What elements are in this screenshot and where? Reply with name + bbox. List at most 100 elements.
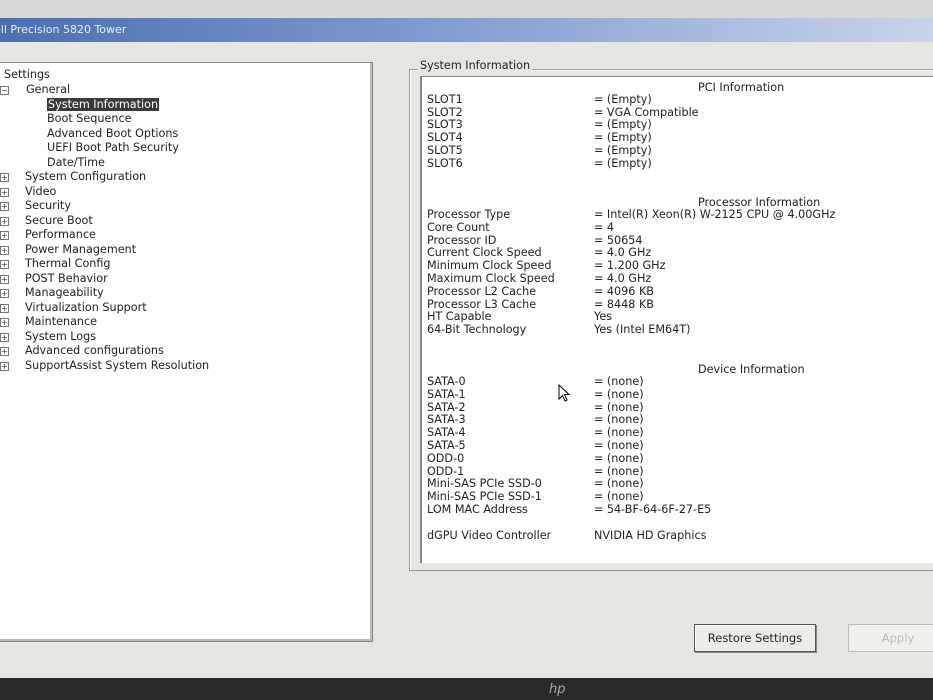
- info-label: 64-Bit Technology: [427, 323, 527, 337]
- collapse-minus-icon[interactable]: −: [0, 86, 9, 95]
- info-label: SLOT6: [427, 156, 463, 170]
- expand-plus-icon[interactable]: +: [0, 303, 9, 313]
- device-heading: Device Information: [698, 363, 805, 376]
- info-label: dGPU Video Controller: [427, 529, 552, 542]
- info-label: SLOT2: [427, 105, 463, 119]
- tree-item-category[interactable]: Secure Boot: [25, 214, 93, 228]
- expand-plus-icon[interactable]: +: [0, 274, 9, 284]
- tree-item-advanced-boot-options[interactable]: Advanced Boot Options: [47, 127, 178, 141]
- tree-item-general[interactable]: General: [26, 83, 70, 97]
- info-value: = (none): [594, 400, 644, 414]
- tree-item-category[interactable]: Thermal Config: [25, 257, 111, 271]
- info-value: Yes (Intel EM64T): [594, 323, 691, 337]
- info-label: SATA-5: [427, 439, 466, 452]
- info-label: SATA-1: [427, 387, 466, 401]
- info-label: SATA-0: [427, 375, 466, 388]
- info-value: = (none): [594, 451, 644, 465]
- info-value: NVIDIA HD Graphics: [594, 529, 707, 542]
- tree-item-category[interactable]: Video: [25, 185, 56, 199]
- info-value: = 50654: [594, 233, 643, 247]
- info-label: Processor ID: [427, 233, 497, 247]
- tree-item-date-time[interactable]: Date/Time: [47, 156, 105, 170]
- tree-item-category[interactable]: Security: [25, 199, 71, 213]
- tree-item-category[interactable]: Performance: [25, 228, 96, 242]
- expand-plus-icon[interactable]: +: [0, 216, 9, 226]
- info-label: Maximum Clock Speed: [427, 272, 555, 285]
- info-value: = (Empty): [594, 131, 652, 145]
- info-label: Core Count: [427, 220, 490, 234]
- expand-plus-icon[interactable]: +: [0, 260, 9, 269]
- expand-plus-icon[interactable]: +: [0, 231, 9, 240]
- info-value: = 8448 KB: [594, 297, 654, 311]
- info-value: = VGA Compatible: [594, 105, 699, 119]
- tree-item-label: System Information: [47, 98, 160, 111]
- info-label: Processor Type: [427, 208, 511, 221]
- restore-settings-button[interactable]: Restore Settings: [694, 624, 816, 652]
- info-value: = (none): [594, 490, 644, 504]
- expand-plus-icon[interactable]: +: [0, 318, 9, 327]
- info-value: = (none): [594, 439, 644, 452]
- expand-plus-icon[interactable]: +: [0, 361, 9, 371]
- expand-plus-icon[interactable]: +: [0, 289, 9, 298]
- info-value: = 4.0 GHz: [594, 272, 652, 285]
- info-value: = 4096 KB: [594, 284, 654, 298]
- info-value: = (none): [594, 477, 644, 491]
- system-information-panel: PCI Information SLOT1 = (Empty) SLOT2 = VGA…: [420, 76, 933, 563]
- expand-plus-icon[interactable]: +: [0, 332, 9, 342]
- info-value: = (none): [594, 375, 644, 388]
- info-label: Current Clock Speed: [427, 246, 542, 260]
- monitor-bezel-top: [0, 0, 933, 18]
- info-label: Processor L3 Cache: [427, 297, 537, 311]
- info-label: Mini-SAS PCIe SSD-0: [427, 477, 542, 491]
- expand-plus-icon[interactable]: +: [0, 202, 9, 211]
- pci-heading: PCI Information: [698, 81, 785, 94]
- info-label: SLOT4: [427, 131, 463, 145]
- info-label: SLOT1: [427, 93, 463, 106]
- apply-button[interactable]: Apply: [848, 624, 933, 652]
- tree-item-category[interactable]: SupportAssist System Resolution: [25, 359, 209, 373]
- info-value: Yes: [594, 310, 613, 324]
- bios-window: Settings − General System Information Bo…: [0, 42, 933, 678]
- info-label: ODD-1: [427, 464, 465, 478]
- info-value: = 54-BF-64-6F-27-E5: [594, 503, 712, 516]
- tree-item-boot-sequence[interactable]: Boot Sequence: [47, 112, 132, 126]
- info-value: = Intel(R) Xeon(R) W-2125 CPU @ 4.00GHz: [594, 208, 836, 221]
- tree-item-category[interactable]: POST Behavior: [25, 272, 108, 286]
- tree-item-category[interactable]: System Configuration: [25, 170, 146, 184]
- expand-plus-icon[interactable]: +: [0, 187, 9, 197]
- info-label: LOM MAC Address: [427, 503, 528, 516]
- info-label: Minimum Clock Speed: [427, 259, 552, 273]
- info-value: = (none): [594, 464, 644, 478]
- info-value: = (Empty): [594, 156, 652, 170]
- tree-item-category[interactable]: Virtualization Support: [25, 301, 147, 315]
- window-title: ell Precision 5820 Tower: [0, 23, 127, 36]
- expand-plus-icon[interactable]: +: [0, 245, 9, 255]
- info-value: = (Empty): [594, 118, 652, 132]
- info-value: = 1.200 GHz: [594, 259, 666, 273]
- info-value: = (Empty): [594, 143, 652, 157]
- mouse-pointer-icon: [558, 384, 571, 402]
- info-label: SATA-3: [427, 413, 466, 427]
- tree-item-category[interactable]: Advanced configurations: [25, 344, 164, 358]
- info-label: ODD-0: [427, 451, 465, 465]
- expand-plus-icon[interactable]: +: [0, 347, 9, 356]
- info-value: = (none): [594, 413, 644, 427]
- info-label: SATA-4: [427, 426, 466, 440]
- info-label: SLOT5: [427, 143, 463, 157]
- tree-item-uefi-boot-path-security[interactable]: UEFI Boot Path Security: [47, 141, 179, 155]
- tree-root-settings[interactable]: Settings: [4, 68, 50, 82]
- expand-plus-icon[interactable]: +: [0, 173, 9, 182]
- info-label: Processor L2 Cache: [427, 284, 537, 298]
- hp-logo: hp: [549, 682, 566, 697]
- monitor-bezel-bottom: [0, 678, 933, 700]
- tree-item-category[interactable]: Manageability: [25, 286, 104, 300]
- group-title: System Information: [418, 59, 533, 72]
- info-label: SATA-2: [427, 400, 466, 414]
- tree-item-system-information[interactable]: System Information: [47, 98, 160, 112]
- tree-item-category[interactable]: Power Management: [25, 243, 136, 257]
- tree-item-category[interactable]: System Logs: [25, 330, 96, 344]
- tree-item-category[interactable]: Maintenance: [25, 315, 97, 329]
- settings-tree: Settings − General System Information Bo…: [0, 62, 373, 642]
- info-value: = (none): [594, 426, 644, 440]
- info-value: = 4: [594, 220, 615, 234]
